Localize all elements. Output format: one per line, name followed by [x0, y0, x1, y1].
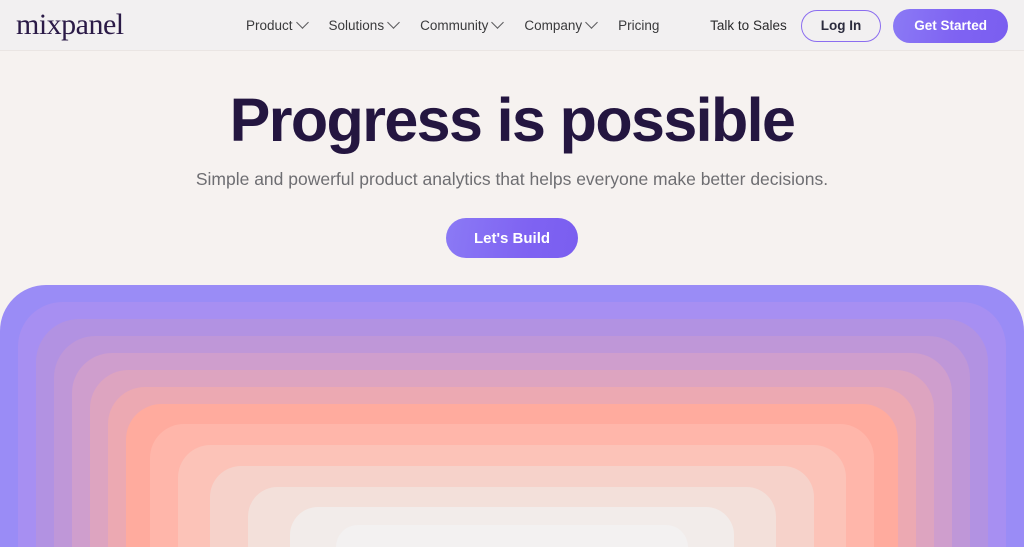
- nav-item-label: Company: [524, 17, 583, 33]
- nav-item-label: Community: [420, 17, 489, 33]
- gradient-arc-decoration: [0, 285, 1024, 547]
- nav-item-label: Solutions: [328, 17, 385, 33]
- nav-item-community[interactable]: Community: [420, 16, 505, 33]
- chevron-down-icon: [295, 16, 309, 29]
- hero-subtitle: Simple and powerful product analytics th…: [195, 168, 829, 189]
- chevron-down-icon: [585, 16, 598, 29]
- nav-item-product[interactable]: Product: [246, 16, 309, 33]
- hero-section: Progress is possible Simple and powerful…: [0, 51, 1024, 285]
- page-title: Progress is possible: [229, 86, 796, 154]
- get-started-button[interactable]: Get Started: [893, 8, 1008, 43]
- chevron-down-icon: [387, 16, 400, 29]
- talk-to-sales-link[interactable]: Talk to Sales: [710, 18, 787, 33]
- nav-item-solutions[interactable]: Solutions: [328, 16, 400, 33]
- mixpanel-logo[interactable]: mixpanel: [16, 10, 124, 40]
- main-navigation: Product Solutions Community Company Pric…: [246, 0, 659, 51]
- header-actions: Talk to Sales Log In Get Started: [710, 0, 1008, 51]
- chevron-down-icon: [491, 16, 505, 29]
- nav-item-company[interactable]: Company: [524, 16, 598, 33]
- mixpanel-landing-page: mixpanel Product Solutions Community Com…: [0, 0, 1024, 547]
- gradient-arc-layer: [336, 525, 688, 547]
- nav-item-label: Product: [246, 17, 293, 33]
- lets-build-button[interactable]: Let's Build: [445, 218, 579, 259]
- nav-item-pricing[interactable]: Pricing: [618, 19, 659, 33]
- site-header: mixpanel Product Solutions Community Com…: [0, 0, 1024, 51]
- nav-item-label: Pricing: [618, 17, 660, 33]
- login-button[interactable]: Log In: [800, 9, 882, 42]
